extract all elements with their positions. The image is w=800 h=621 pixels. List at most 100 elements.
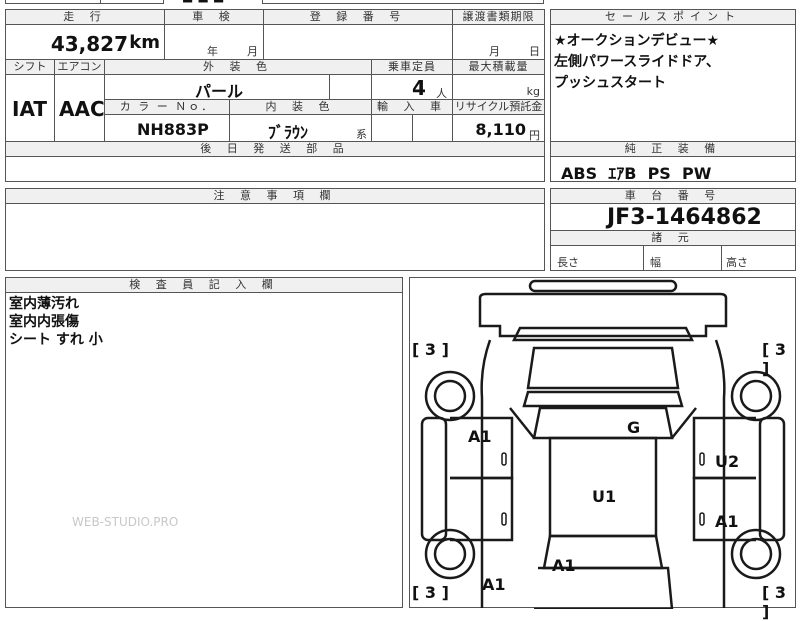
inspection-cell: 年 月 bbox=[164, 24, 264, 60]
tire-mark-value: 3 bbox=[424, 340, 437, 359]
sales-point-line: ★オークションデビュー★ bbox=[554, 33, 720, 49]
tire-mark-rear-left: [ 3 ] bbox=[412, 583, 449, 602]
specs-length-label: 長さ bbox=[557, 256, 579, 269]
interior-color-value: ﾌﾞﾗｳﾝ bbox=[268, 123, 309, 142]
shift-value: IAT bbox=[12, 97, 48, 121]
standard-equipment-value: ABS ｴｱB PS PW bbox=[561, 164, 712, 183]
specs-length-cell: 長さ bbox=[550, 245, 644, 271]
windshield-panel bbox=[532, 406, 674, 440]
specs-header: 諸 元 bbox=[550, 230, 796, 246]
specs-width-cell: 幅 bbox=[643, 245, 722, 271]
aircon-value: AAC bbox=[59, 97, 105, 121]
sales-point-line: 左側パワースライドドア、 bbox=[554, 54, 720, 70]
tire-mark-value: 3 bbox=[424, 583, 437, 602]
inspection-year-unit: 年 bbox=[207, 45, 218, 58]
mileage-cell: 43,827 km bbox=[5, 24, 165, 60]
door-handle bbox=[501, 512, 507, 526]
rear-left-rim bbox=[433, 537, 467, 571]
mileage-unit: km bbox=[129, 32, 160, 53]
capacity-header: 乗車定員 bbox=[371, 59, 453, 75]
color-no-header: カ ラ ー Ｎｏ． bbox=[104, 99, 230, 115]
color-no-cell: NH883P bbox=[104, 114, 230, 142]
right-a-pillar bbox=[671, 407, 697, 439]
damage-mark-hood: G bbox=[627, 418, 641, 437]
exterior-color-extra bbox=[329, 74, 372, 100]
inspector-note-line: 室内内張傷 bbox=[9, 314, 79, 330]
transfer-deadline-cell: 月 日 bbox=[452, 24, 545, 60]
inspector-note-line: 室内薄汚れ bbox=[9, 296, 79, 312]
caution-header: 注 意 事 項 欄 bbox=[5, 188, 545, 204]
transfer-month-unit: 月 bbox=[489, 45, 500, 58]
later-parts-header: 後 日 発 送 部 品 bbox=[5, 141, 545, 157]
standard-equipment-cell: ABS ｴｱB PS PW bbox=[550, 156, 796, 183]
front-right-rim bbox=[739, 379, 773, 413]
front-grille bbox=[511, 326, 695, 342]
rear-right-wheel bbox=[730, 528, 782, 580]
hood-panel bbox=[526, 346, 680, 390]
top-partial-text-1: ■ ■ ■ bbox=[182, 0, 224, 4]
door-handle bbox=[501, 452, 507, 466]
mileage-header: 走 行 bbox=[5, 9, 165, 25]
mileage-value: 43,827 bbox=[50, 32, 128, 56]
sales-points-header: セールスポイント bbox=[550, 9, 796, 25]
front-bumper-strip bbox=[528, 279, 678, 293]
import-car-header: 輸 入 車 bbox=[371, 99, 453, 115]
watermark: WEB-STUDIO.PRO bbox=[72, 515, 179, 529]
max-load-cell: kg bbox=[452, 74, 545, 100]
damage-mark-roof: U1 bbox=[592, 487, 617, 506]
chassis-number-header: 車 台 番 号 bbox=[550, 188, 796, 204]
inspector-notes-list: 室内薄汚れ 室内内張傷 シート すれ 小 bbox=[9, 295, 103, 349]
tire-mark-value: 3 bbox=[774, 340, 787, 359]
capacity-value: 4 bbox=[412, 76, 426, 100]
inspector-notes-header: 検 査 員 記 入 欄 bbox=[5, 277, 403, 293]
car-diagram-panel: [ 3 ] [ 3 ] [ 3 ] [ 3 ] A1 G U2 U1 A1 A1… bbox=[409, 277, 796, 621]
exterior-color-cell: パール bbox=[104, 74, 330, 101]
damage-mark-rear-left: A1 bbox=[482, 575, 506, 594]
color-no-value: NH883P bbox=[137, 120, 209, 139]
top-partial-cell-1 bbox=[5, 0, 101, 4]
max-load-header: 最大積載量 bbox=[452, 59, 545, 75]
aircon-header: エアコン bbox=[54, 59, 105, 75]
inspection-month-unit: 月 bbox=[247, 45, 258, 58]
shift-cell: IAT bbox=[5, 74, 55, 142]
recycle-fee-cell: 8,110 円 bbox=[452, 114, 545, 142]
interior-color-header: 内 装 色 bbox=[229, 99, 372, 115]
transfer-day-unit: 日 bbox=[529, 45, 540, 58]
rear-right-rim bbox=[739, 537, 773, 571]
inspector-note-line: シート すれ 小 bbox=[9, 332, 103, 348]
top-partial-cell-2 bbox=[100, 0, 164, 4]
rear-left-wheel bbox=[424, 528, 476, 580]
import-car-cell-1 bbox=[371, 114, 413, 142]
recycle-fee-header: リサイクル預託金 bbox=[452, 99, 545, 115]
interior-color-suffix: 系 bbox=[356, 128, 367, 141]
front-left-rim bbox=[433, 379, 467, 413]
front-section bbox=[478, 292, 728, 338]
wheels bbox=[424, 370, 782, 580]
specs-height-cell: 高さ bbox=[721, 245, 796, 271]
registration-header: 登 録 番 号 bbox=[263, 9, 453, 25]
door-handle bbox=[699, 452, 705, 466]
right-side-skirt bbox=[758, 416, 786, 542]
shift-header: シフト bbox=[5, 59, 55, 75]
chassis-number-cell: JF3-1464862 bbox=[550, 203, 796, 231]
tire-mark-front-left: [ 3 ] bbox=[412, 340, 449, 359]
sales-points-list: ★オークションデビュー★ 左側パワースライドドア、 プッシュスタート bbox=[554, 31, 720, 94]
front-left-wheel bbox=[424, 370, 476, 422]
left-side-skirt bbox=[420, 416, 448, 542]
tire-mark-rear-right: [ 3 ] bbox=[762, 583, 787, 621]
top-partial-text-2: ─ ─ bbox=[295, 0, 313, 4]
damage-mark-left-front-door: A1 bbox=[468, 427, 492, 446]
damage-mark-rear-center: A1 bbox=[552, 556, 576, 575]
specs-width-label: 幅 bbox=[650, 256, 661, 269]
max-load-unit: kg bbox=[526, 85, 540, 98]
import-car-cell-2 bbox=[412, 114, 453, 142]
caution-cell bbox=[5, 203, 545, 271]
tire-mark-front-right: [ 3 ] bbox=[762, 340, 787, 378]
windshield-lower bbox=[522, 390, 684, 408]
standard-equipment-header: 純 正 装 備 bbox=[550, 141, 796, 157]
left-body-line bbox=[480, 339, 492, 608]
right-body-line bbox=[714, 339, 726, 608]
capacity-cell: 4 人 bbox=[371, 74, 453, 100]
later-parts-cell bbox=[5, 156, 545, 182]
specs-height-label: 高さ bbox=[726, 256, 748, 269]
